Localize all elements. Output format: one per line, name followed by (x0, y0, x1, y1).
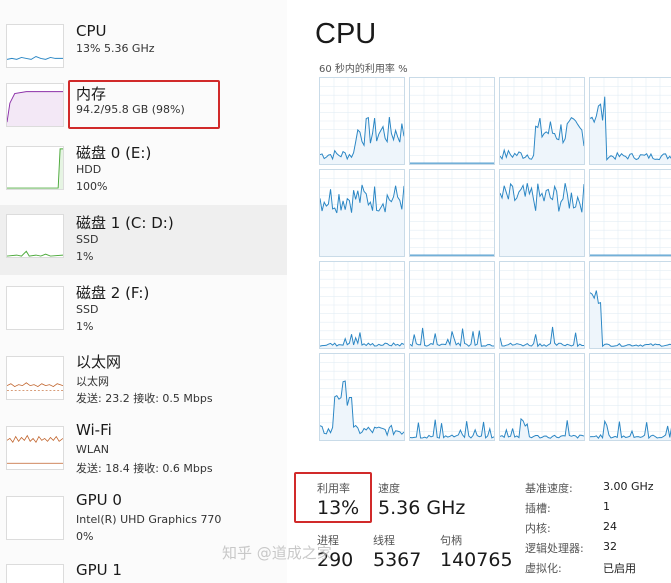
sidebar-item-title: Wi-Fi (76, 421, 112, 439)
sidebar-item-wifi[interactable]: Wi-Fi WLAN 发送: 18.4 接收: 0.6 Mbps (0, 420, 287, 490)
gpu-1-thumbnail-graph (6, 564, 64, 583)
cpu-core-graph (409, 261, 495, 349)
cpu-core-graph (499, 261, 585, 349)
cpu-core-graph (589, 169, 671, 257)
cpu-core-graph (499, 353, 585, 441)
sidebar-item-detail: 1% (76, 250, 94, 263)
sidebar-item-title: 磁盘 1 (C: D:) (76, 214, 174, 232)
sidebar: CPU 13% 5.36 GHz 内存 94.2/95.8 GB (98%) 磁… (0, 0, 287, 583)
cpu-core-graph (319, 169, 405, 257)
sidebar-item-detail: WLAN (76, 443, 110, 456)
cpu-detail-panel: CPU 60 秒内的利用率 % 利用率 13% 速度 5.36 GHz 进程 2… (287, 0, 671, 583)
sidebar-item-detail: 以太网 (76, 375, 109, 388)
memory-highlight-box (68, 80, 220, 129)
logical-processors-value: 32 (603, 540, 617, 553)
disk-2-thumbnail-graph (6, 286, 64, 330)
cpu-core-graph (409, 353, 495, 441)
cpu-core-graph (319, 77, 405, 165)
utilization-highlight-box (294, 472, 372, 523)
threads-value: 5367 (373, 549, 422, 571)
disk-1-thumbnail-graph (6, 214, 64, 258)
cpu-core-graph-grid (319, 77, 671, 452)
sidebar-item-cpu[interactable]: CPU 13% 5.36 GHz (0, 10, 287, 80)
sidebar-item-detail: Intel(R) UHD Graphics 770 (76, 513, 222, 526)
sidebar-item-title: GPU 0 (76, 491, 122, 509)
sidebar-item-detail: SSD (76, 303, 99, 316)
cpu-core-graph (589, 353, 671, 441)
sidebar-item-ethernet[interactable]: 以太网 以太网 发送: 23.2 接收: 0.5 Mbps (0, 350, 287, 420)
cpu-core-graph (319, 261, 405, 349)
sockets-value: 1 (603, 500, 610, 513)
cpu-core-graph (409, 77, 495, 165)
base-speed-value: 3.00 GHz (603, 480, 654, 493)
sidebar-item-title: GPU 1 (76, 561, 122, 579)
logical-processors-key: 逻辑处理器: (525, 542, 584, 555)
virtualization-value: 已启用 (603, 562, 636, 575)
threads-label: 线程 (373, 534, 395, 547)
cpu-core-graph (589, 261, 671, 349)
speed-label: 速度 (378, 482, 400, 495)
handles-value: 140765 (440, 549, 513, 571)
watermark: 知乎 @道成之家 (222, 544, 332, 562)
handles-label: 句柄 (440, 534, 462, 547)
sidebar-item-title: 磁盘 2 (F:) (76, 284, 150, 302)
memory-thumbnail-graph (6, 83, 64, 127)
sidebar-item-detail: 100% (76, 180, 108, 193)
base-speed-key: 基准速度: (525, 482, 573, 495)
cpu-core-graph (499, 77, 585, 165)
sidebar-item-disk-2[interactable]: 磁盘 2 (F:) SSD 1% (0, 280, 287, 350)
cores-key: 内核: (525, 522, 551, 535)
speed-value: 5.36 GHz (378, 497, 466, 519)
virtualization-key: 虚拟化: (525, 562, 562, 575)
sidebar-item-detail: 0% (76, 530, 94, 543)
wifi-thumbnail-graph (6, 426, 64, 470)
sidebar-item-disk-1[interactable]: 磁盘 1 (C: D:) SSD 1% (0, 205, 287, 275)
cpu-core-graph (499, 169, 585, 257)
gpu-0-thumbnail-graph (6, 496, 64, 540)
cpu-core-graph (319, 353, 405, 441)
sidebar-item-title: CPU (76, 22, 107, 40)
sidebar-item-detail: 1% (76, 320, 94, 333)
sockets-key: 插槽: (525, 502, 551, 515)
sidebar-item-detail: SSD (76, 233, 99, 246)
sidebar-item-detail: 13% 5.36 GHz (76, 42, 155, 55)
cpu-core-graph (589, 77, 671, 165)
cores-value: 24 (603, 520, 617, 533)
page-title: CPU (315, 18, 377, 50)
sidebar-item-title: 磁盘 0 (E:) (76, 144, 152, 162)
ethernet-thumbnail-graph (6, 356, 64, 400)
sidebar-item-detail: 发送: 18.4 接收: 0.6 Mbps (76, 462, 213, 475)
cpu-core-graph (409, 169, 495, 257)
sidebar-item-detail: 发送: 23.2 接收: 0.5 Mbps (76, 392, 213, 405)
sidebar-item-detail: HDD (76, 163, 102, 176)
graph-caption: 60 秒内的利用率 % (319, 64, 408, 75)
cpu-thumbnail-graph (6, 24, 64, 68)
disk-0-thumbnail-graph (6, 146, 64, 190)
sidebar-item-disk-0[interactable]: 磁盘 0 (E:) HDD 100% (0, 140, 287, 210)
sidebar-item-title: 以太网 (76, 353, 122, 371)
